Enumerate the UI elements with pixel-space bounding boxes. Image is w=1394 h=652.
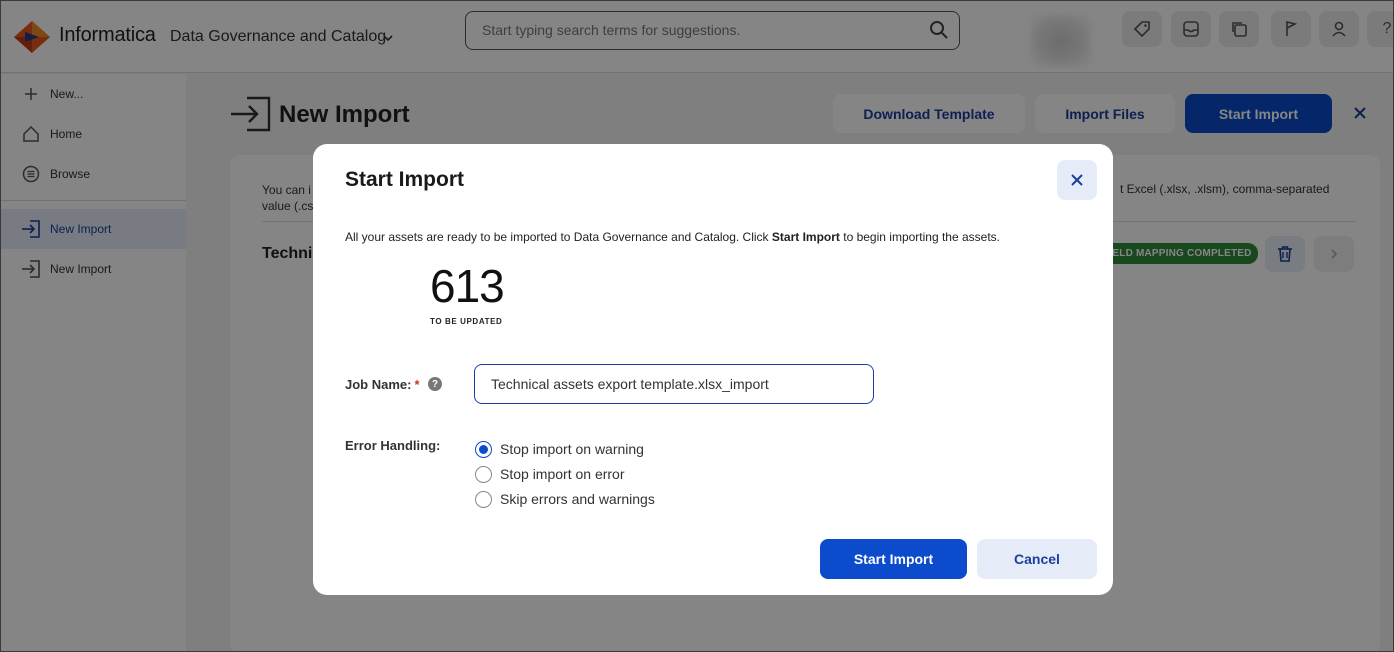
dialog-close-button[interactable] bbox=[1057, 160, 1097, 200]
dialog-title: Start Import bbox=[345, 168, 465, 191]
job-name-input[interactable] bbox=[474, 364, 874, 404]
job-name-label-text: Job Name: bbox=[345, 377, 412, 392]
update-count: 613 bbox=[430, 260, 505, 312]
error-handling-label: Error Handling: bbox=[345, 438, 441, 453]
radio-label: Stop import on error bbox=[500, 466, 625, 482]
app-window: Informatica Data Governance and Catalog … bbox=[0, 0, 1394, 652]
radio-stop-on-error[interactable]: Stop import on error bbox=[475, 465, 625, 483]
job-name-label: Job Name: * bbox=[345, 377, 420, 392]
dialog-description-suffix: to begin importing the assets. bbox=[839, 230, 1000, 244]
help-icon[interactable]: ? bbox=[428, 377, 442, 391]
radio-button[interactable] bbox=[475, 490, 492, 508]
dialog-cancel-button[interactable]: Cancel bbox=[977, 539, 1097, 579]
radio-button-selected[interactable] bbox=[475, 440, 492, 458]
dialog-start-import-button[interactable]: Start Import bbox=[820, 539, 967, 579]
dialog-description: All your assets are ready to be imported… bbox=[345, 230, 1000, 244]
radio-label: Skip errors and warnings bbox=[500, 491, 655, 507]
start-import-dialog: Start Import All your assets are ready t… bbox=[313, 144, 1113, 595]
radio-label: Stop import on warning bbox=[500, 441, 644, 457]
dialog-description-bold: Start Import bbox=[771, 230, 840, 244]
required-marker: * bbox=[414, 377, 420, 392]
radio-stop-on-warning[interactable]: Stop import on warning bbox=[475, 440, 644, 458]
dialog-description-prefix: All your assets are ready to be imported… bbox=[345, 230, 772, 244]
close-icon bbox=[1071, 174, 1083, 186]
radio-button[interactable] bbox=[475, 465, 492, 483]
radio-skip-errors[interactable]: Skip errors and warnings bbox=[475, 490, 655, 508]
update-count-label: TO BE UPDATED bbox=[430, 317, 503, 326]
